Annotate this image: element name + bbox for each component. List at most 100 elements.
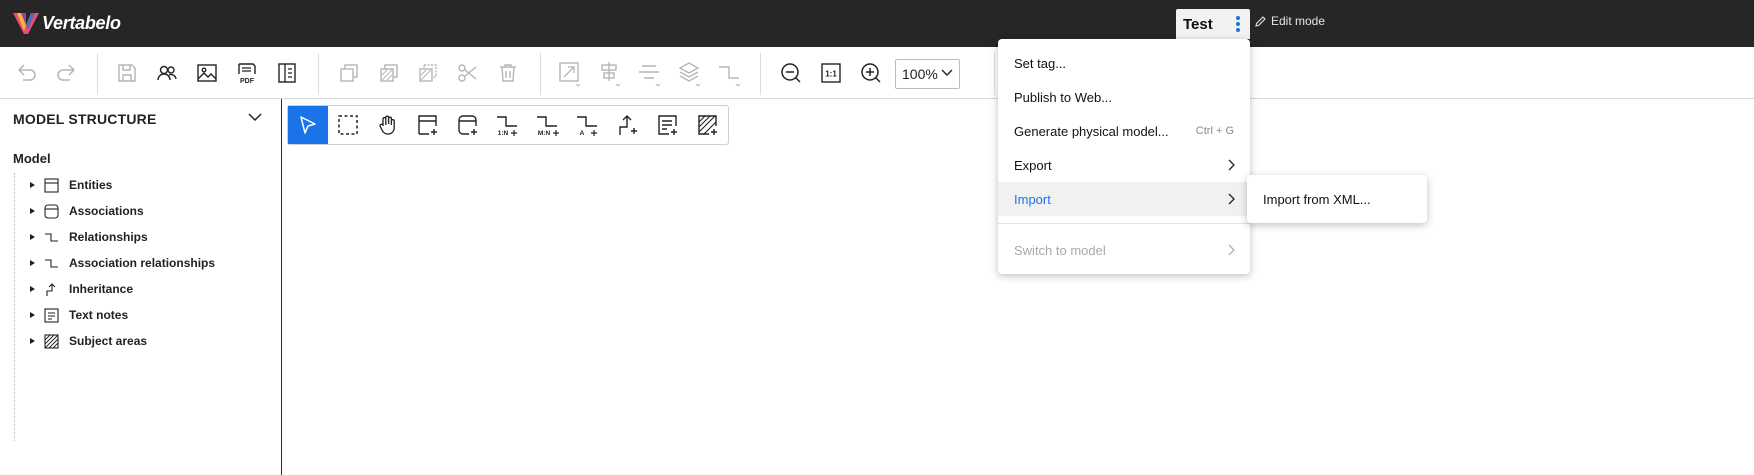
save-button[interactable] (113, 59, 141, 87)
save-icon (118, 64, 136, 82)
add-subject-area-button[interactable] (688, 106, 728, 144)
add-association-relationship-button[interactable]: A (568, 106, 608, 144)
menu-item-label: Import (1014, 191, 1051, 207)
align-horizontal-icon (639, 65, 661, 87)
menu-item-switch-to-model[interactable]: Switch to model (998, 233, 1250, 267)
toggle-panel-button[interactable] (273, 59, 301, 87)
subject-area-icon (43, 333, 59, 349)
line-style-button[interactable] (716, 59, 744, 87)
more-options-icon[interactable] (1236, 16, 1240, 32)
undo-button[interactable] (13, 59, 41, 87)
menu-item-shortcut: Ctrl + G (1195, 125, 1234, 137)
resize-icon (559, 62, 581, 87)
menu-item-import[interactable]: Import (998, 182, 1250, 216)
actual-size-label: 1:1 (825, 70, 837, 79)
menu-item-publish-to-web[interactable]: Publish to Web... (998, 80, 1250, 114)
tree-item-label: Text notes (69, 308, 129, 322)
resize-button[interactable] (556, 59, 584, 87)
menu-item-generate-physical-model[interactable]: Generate physical model... Ctrl + G (998, 114, 1250, 148)
copy-button[interactable] (335, 59, 363, 87)
paste-format-icon (419, 64, 437, 82)
model-actions-menu: Set tag... Publish to Web... Generate ph… (998, 39, 1250, 274)
zoom-out-button[interactable] (777, 59, 805, 87)
actual-size-button[interactable]: 1:1 (817, 59, 845, 87)
tree-item-text-notes[interactable]: Text notes (30, 305, 128, 325)
tree-item-entities[interactable]: Entities (30, 175, 112, 195)
edit-mode-toggle[interactable]: Edit mode (1254, 14, 1325, 28)
layers-icon (678, 62, 701, 87)
expand-arrow-icon[interactable] (30, 286, 35, 292)
pointer-icon (300, 116, 316, 134)
add-text-note-button[interactable] (648, 106, 688, 144)
add-inheritance-icon (619, 115, 637, 135)
tree-item-relationships[interactable]: Relationships (30, 227, 148, 247)
add-relationship-mn-button[interactable]: M:N (528, 106, 568, 144)
pdf-icon: PDF (238, 63, 256, 85)
add-relationship-1n-button[interactable]: 1:N (488, 106, 528, 144)
zoom-in-icon (861, 63, 881, 83)
expand-arrow-icon[interactable] (30, 260, 35, 266)
add-association-button[interactable] (448, 106, 488, 144)
tree-root-model[interactable]: Model (13, 151, 51, 166)
expand-arrow-icon[interactable] (30, 312, 35, 318)
expand-arrow-icon[interactable] (30, 208, 35, 214)
association-relationship-icon (43, 255, 59, 271)
expand-arrow-icon[interactable] (30, 182, 35, 188)
menu-item-export[interactable]: Export (998, 148, 1250, 182)
paste-format-button[interactable] (414, 59, 442, 87)
tree-item-subject-areas[interactable]: Subject areas (30, 331, 147, 351)
logo[interactable]: Vertabelo (12, 9, 121, 37)
menu-divider (998, 223, 1250, 224)
export-pdf-button[interactable]: PDF (233, 59, 261, 87)
delete-button[interactable] (494, 59, 522, 87)
chevron-right-icon (1228, 159, 1235, 171)
relationship-1n-icon: 1:N (497, 116, 517, 137)
tree-item-associations[interactable]: Associations (30, 201, 144, 221)
export-image-button[interactable] (193, 59, 221, 87)
toolbar-separator (318, 53, 319, 95)
vertabelo-logo-icon (13, 13, 39, 34)
line-style-icon (719, 66, 741, 87)
pan-tool-button[interactable] (368, 106, 408, 144)
toolbar-separator (760, 53, 761, 95)
zoom-select[interactable]: 100% (895, 59, 960, 89)
expand-arrow-icon[interactable] (30, 234, 35, 240)
model-name-box[interactable]: Test (1176, 9, 1250, 39)
align-horizontal-button[interactable] (636, 59, 664, 87)
tree-item-inheritance[interactable]: Inheritance (30, 279, 133, 299)
relationship-icon (43, 229, 59, 245)
menu-item-set-tag[interactable]: Set tag... (998, 46, 1250, 80)
add-inheritance-button[interactable] (608, 106, 648, 144)
redo-button[interactable] (52, 59, 80, 87)
marquee-tool-button[interactable] (328, 106, 368, 144)
cut-button[interactable] (454, 59, 482, 87)
layers-button[interactable] (676, 59, 704, 87)
scissors-icon (458, 64, 477, 82)
align-vertical-button[interactable] (596, 59, 624, 87)
select-tool-button[interactable] (288, 106, 328, 144)
tree-item-association-relationships[interactable]: Association relationships (30, 253, 215, 273)
chevron-right-icon (1228, 244, 1235, 256)
add-entity-button[interactable] (408, 106, 448, 144)
model-name: Test (1183, 15, 1213, 33)
add-entity-icon (418, 115, 437, 135)
relationship-mn-icon: M:N (537, 116, 559, 137)
expand-arrow-icon[interactable] (30, 338, 35, 344)
undo-icon (18, 64, 36, 81)
menu-item-import-from-xml[interactable]: Import from XML... (1247, 182, 1427, 216)
share-button[interactable] (153, 59, 181, 87)
tree-item-label: Entities (69, 178, 113, 192)
add-association-icon (458, 115, 477, 135)
association-icon (43, 203, 59, 219)
copy-format-button[interactable] (375, 59, 403, 87)
menu-item-label: Export (1014, 157, 1052, 173)
chevron-down-icon[interactable] (248, 112, 262, 122)
toolbar-separator (97, 53, 98, 95)
chevron-right-icon (1228, 193, 1235, 205)
panel-title: MODEL STRUCTURE (13, 111, 157, 127)
zoom-in-button[interactable] (857, 59, 885, 87)
tree-item-label: Subject areas (69, 334, 148, 348)
tree-item-label: Associations (69, 204, 144, 218)
copy-icon (340, 64, 358, 82)
diagram-tool-palette: 1:N M:N A (287, 105, 729, 145)
